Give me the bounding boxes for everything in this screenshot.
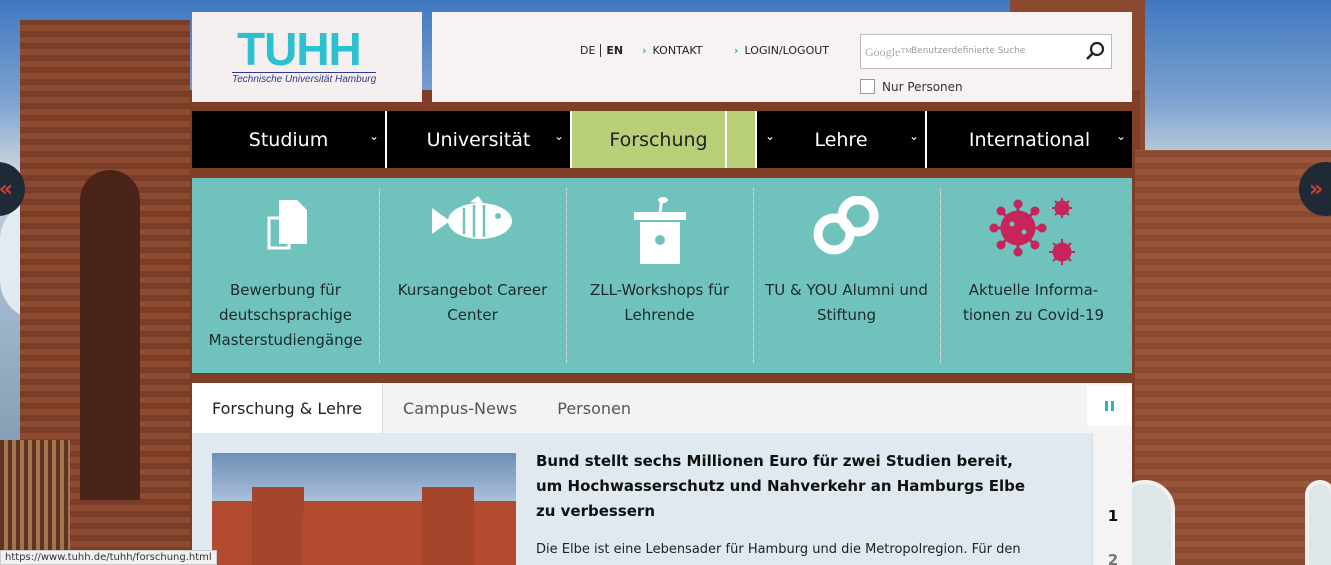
- pause-button[interactable]: [1087, 386, 1132, 426]
- login-link[interactable]: › LOGIN/LOGOUT: [734, 44, 829, 57]
- chevron-double-right-icon: »: [1309, 176, 1324, 202]
- chevron-down-icon[interactable]: ⌄: [554, 129, 564, 143]
- tile-bewerbung[interactable]: Bewerbung für deutschsprachige Masterstu…: [192, 178, 379, 373]
- status-bar-url: https://www.tuhh.de/tuhh/forschung.html: [0, 550, 217, 565]
- search-icon[interactable]: [1085, 40, 1107, 62]
- documents-icon: [267, 200, 307, 250]
- tile-tu-and-you[interactable]: TU & YOU Alumni und Stiftung: [753, 178, 940, 373]
- logo[interactable]: TUHH Technische Universität Hamburg: [192, 12, 422, 102]
- tile-covid-19[interactable]: Aktuelle Informa-tionen zu Covid-19: [940, 178, 1127, 373]
- nav-item-lehre[interactable]: Lehre ⌄: [757, 111, 927, 168]
- news-text: Die Elbe ist eine Lebensader für Hamburg…: [536, 542, 1021, 557]
- kontakt-link[interactable]: › KONTAKT: [642, 44, 703, 57]
- logo-subtitle: Technische Universität Hamburg: [232, 72, 377, 85]
- news-title[interactable]: Bund stellt sechs Millionen Euro für zwe…: [536, 449, 1036, 524]
- nav-item-studium[interactable]: Studium ⌄: [192, 111, 387, 168]
- chevron-right-icon: ›: [642, 44, 647, 57]
- checkbox[interactable]: [860, 79, 875, 94]
- header-utility: DE EN › KONTAKT › LOGIN/LOGOUT Google™ Ben…: [432, 12, 1132, 102]
- nav-item-international[interactable]: International ⌄: [927, 111, 1132, 168]
- language-switcher: DE EN: [575, 44, 628, 57]
- fish-icon: [431, 196, 512, 239]
- pager-item-2[interactable]: 2: [1093, 551, 1133, 565]
- chevron-down-icon[interactable]: ⌄: [909, 129, 919, 143]
- nav-item-universitaet[interactable]: Universität ⌄: [387, 111, 572, 168]
- tile-kursangebot[interactable]: Kursangebot Career Center: [379, 178, 566, 373]
- chevron-down-icon[interactable]: ⌄: [1116, 129, 1126, 143]
- chevron-down-icon[interactable]: ⌄: [369, 129, 379, 143]
- chevron-right-icon: ›: [734, 44, 739, 57]
- tile-zll-workshops[interactable]: ZLL-Workshops für Lehrende: [566, 178, 753, 373]
- link-rings-icon: [813, 196, 878, 255]
- quicklink-tiles: Bewerbung für deutschsprachige Masterstu…: [192, 178, 1132, 373]
- lectern-icon: [633, 197, 686, 264]
- google-brand: Google™: [865, 45, 913, 59]
- news-panel: Bund stellt sechs Millionen Euro für zwe…: [192, 433, 1092, 565]
- only-persons-checkbox[interactable]: Nur Personen: [860, 79, 963, 94]
- main-nav: Studium ⌄ Universität ⌄ Forschung ⌄ Lehre ⌄…: [192, 111, 1132, 168]
- search-input[interactable]: Google™ Benutzerdefinierte Suche: [860, 34, 1112, 69]
- logo-title: TUHH: [237, 23, 362, 75]
- news-image[interactable]: [212, 453, 516, 565]
- only-persons-label: Nur Personen: [882, 79, 963, 94]
- tab-forschung-lehre[interactable]: Forschung & Lehre: [192, 383, 384, 433]
- tab-personen[interactable]: Personen: [537, 383, 651, 433]
- lang-de-link[interactable]: DE: [575, 44, 600, 57]
- chevron-double-left-icon: «: [0, 176, 13, 202]
- news-tabs: Forschung & Lehre Campus-News Personen: [192, 383, 1132, 433]
- search-placeholder: Benutzerdefinierte Suche: [911, 46, 1026, 56]
- pause-icon: [1104, 401, 1114, 411]
- tab-campus-news[interactable]: Campus-News: [383, 383, 537, 433]
- lang-en-link[interactable]: EN: [600, 44, 628, 57]
- nav-item-forschung[interactable]: Forschung ⌄: [572, 111, 775, 168]
- pager-item-1[interactable]: 1: [1093, 507, 1133, 525]
- virus-icon: [989, 198, 1075, 265]
- slide-pager: 1 2: [1092, 433, 1132, 565]
